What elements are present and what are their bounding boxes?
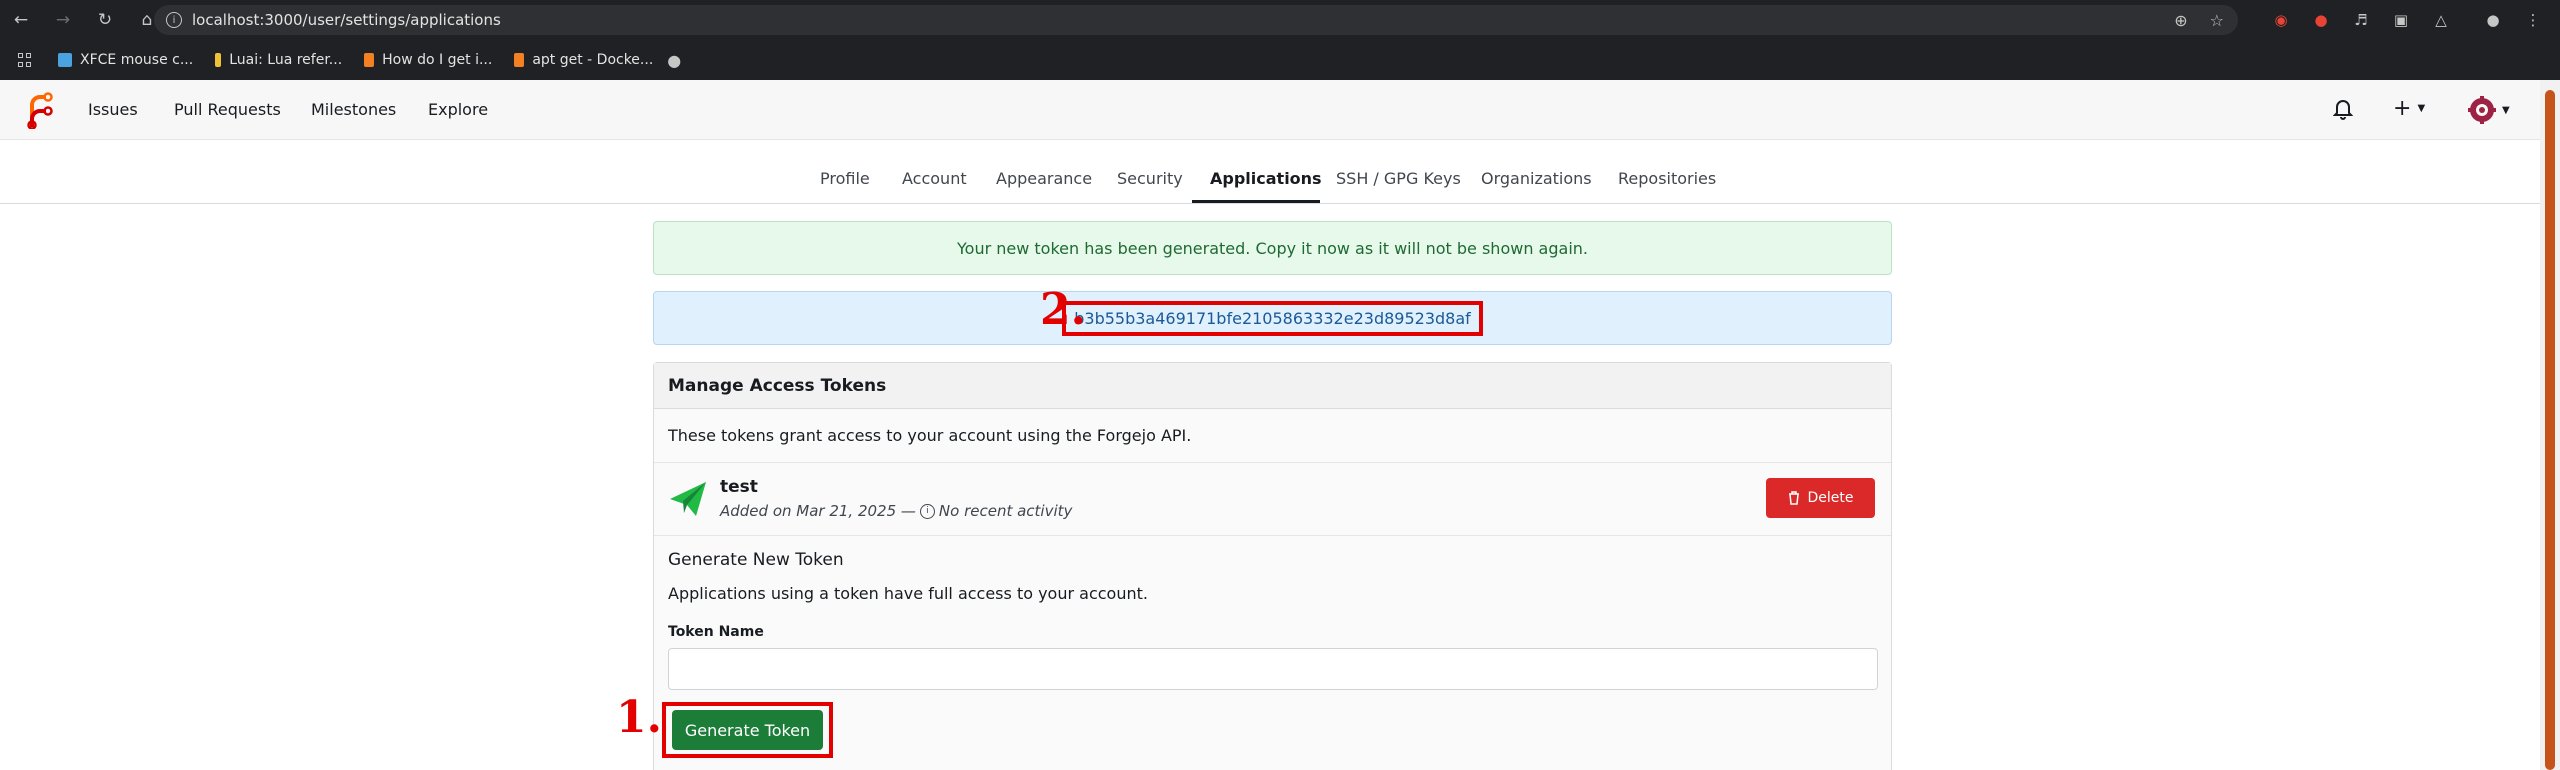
url-text: localhost:3000/user/settings/application… (192, 11, 501, 29)
token-message: b3b55b3a469171bfe2105863332e23d89523d8af (653, 291, 1892, 345)
annotation-marker-2: 2. (1040, 284, 1086, 335)
tab-account[interactable]: Account (902, 169, 967, 188)
reload-icon[interactable]: ↻ (94, 9, 116, 31)
apps-grid-icon[interactable] (18, 53, 32, 67)
generate-button-highlight: Generate Token (662, 702, 833, 758)
token-name-input[interactable] (668, 648, 1878, 690)
bookmark-label: apt get - Docke... (532, 52, 654, 68)
bookmark-favicon (215, 53, 222, 67)
annotation-marker-1: 1. (616, 692, 662, 743)
site-navbar: Issues Pull Requests Milestones Explore … (0, 80, 2540, 140)
nav-pull-requests[interactable]: Pull Requests (174, 100, 281, 119)
labs-flask-icon[interactable]: △ (2430, 9, 2452, 31)
tab-applications[interactable]: Applications (1210, 169, 1322, 188)
chevron-down-icon: ▼ (2417, 103, 2426, 114)
bookmark-label: Luai: Lua refer... (229, 52, 343, 68)
trash-icon (1788, 491, 1799, 505)
bookmark-favicon (364, 53, 375, 67)
tab-organizations[interactable]: Organizations (1481, 169, 1592, 188)
tab-security[interactable]: Security (1117, 169, 1183, 188)
extension-icon-1[interactable]: ◉ (2270, 9, 2292, 31)
extension-icon-2[interactable]: ● (2310, 9, 2332, 31)
delete-button-label: Delete (1807, 490, 1854, 506)
token-added-date: Added on Mar 21, 2025 — (720, 502, 916, 520)
globe-icon[interactable]: ● (667, 51, 681, 70)
back-icon[interactable]: ← (10, 9, 32, 31)
forgejo-logo-icon[interactable] (24, 91, 54, 129)
forward-icon[interactable]: → (52, 9, 74, 31)
menu-icon[interactable]: ⋮ (2522, 9, 2544, 31)
plus-icon: + (2393, 96, 2412, 121)
zoom-icon[interactable]: ⊕ (2174, 11, 2187, 30)
generate-token-description: Applications using a token have full acc… (668, 584, 1148, 603)
site-info-icon[interactable]: i (166, 12, 182, 28)
bookmark-item[interactable]: apt get - Docke... (514, 52, 653, 68)
nav-milestones[interactable]: Milestones (311, 100, 396, 119)
panel-description-text: These tokens grant access to your accoun… (668, 426, 1192, 445)
chevron-down-icon: ▼ (2502, 104, 2510, 116)
bookmark-item[interactable]: Luai: Lua refer... (215, 52, 342, 68)
address-bar[interactable]: i localhost:3000/user/settings/applicati… (154, 5, 2238, 35)
generate-token-button-label: Generate Token (684, 720, 811, 740)
generated-token-value[interactable]: b3b55b3a469171bfe2105863332e23d89523d8af (1062, 300, 1483, 336)
clock-icon: i (919, 503, 935, 519)
browser-toolbar: ← → ↻ ⌂ i localhost:3000/user/settings/a… (0, 0, 2560, 40)
success-message-text: Your new token has been generated. Copy … (957, 238, 1588, 258)
panel-title: Manage Access Tokens (654, 363, 1891, 409)
panel-description: These tokens grant access to your accoun… (654, 409, 1891, 463)
bookmark-label: How do I get i... (382, 52, 493, 68)
nav-explore[interactable]: Explore (428, 100, 488, 119)
extensions-puzzle-icon[interactable]: ▣ (2390, 9, 2412, 31)
token-list-item: test Added on Mar 21, 2025 — i No recent… (654, 463, 1891, 536)
token-name-label: Token Name (668, 624, 764, 640)
tab-ssh-gpg-keys[interactable]: SSH / GPG Keys (1336, 169, 1461, 188)
scrollbar-thumb[interactable] (2545, 90, 2555, 770)
profile-icon[interactable]: ● (2482, 9, 2504, 31)
delete-token-button[interactable]: Delete (1766, 478, 1875, 518)
nav-issues[interactable]: Issues (88, 100, 138, 119)
bookmarks-bar: XFCE mouse c... Luai: Lua refer... How d… (0, 40, 2560, 80)
access-tokens-panel: Manage Access Tokens These tokens grant … (653, 362, 1892, 770)
bookmark-favicon (514, 53, 525, 67)
token-activity: No recent activity (938, 502, 1073, 520)
send-plane-icon (670, 482, 706, 516)
speaker-icon[interactable]: ♬ (2350, 9, 2372, 31)
create-new-dropdown[interactable]: + ▼ (2393, 96, 2425, 121)
success-message: Your new token has been generated. Copy … (653, 221, 1892, 275)
generate-token-button[interactable]: Generate Token (672, 710, 823, 750)
user-avatar-dropdown[interactable]: ▼ (2468, 96, 2510, 124)
page-scrollbar[interactable] (2540, 80, 2560, 770)
tab-repositories[interactable]: Repositories (1618, 169, 1716, 188)
settings-tabs: Profile Account Appearance Security Appl… (0, 141, 2540, 204)
bookmark-label: XFCE mouse c... (80, 52, 194, 68)
generate-token-title: Generate New Token (668, 550, 844, 570)
active-tab-indicator (1192, 200, 1320, 203)
generate-token-form: Generate New Token Applications using a … (654, 536, 1891, 770)
bookmark-favicon (58, 53, 72, 67)
bookmark-star-icon[interactable]: ☆ (2210, 11, 2224, 30)
tab-appearance[interactable]: Appearance (996, 169, 1092, 188)
bookmark-item[interactable]: XFCE mouse c... (58, 52, 193, 68)
avatar (2468, 96, 2496, 124)
token-name: test (720, 477, 758, 497)
notifications-bell-icon[interactable] (2333, 98, 2353, 120)
token-meta: Added on Mar 21, 2025 — i No recent acti… (720, 502, 1072, 520)
tab-profile[interactable]: Profile (820, 169, 870, 188)
bookmark-item[interactable]: How do I get i... (364, 52, 492, 68)
